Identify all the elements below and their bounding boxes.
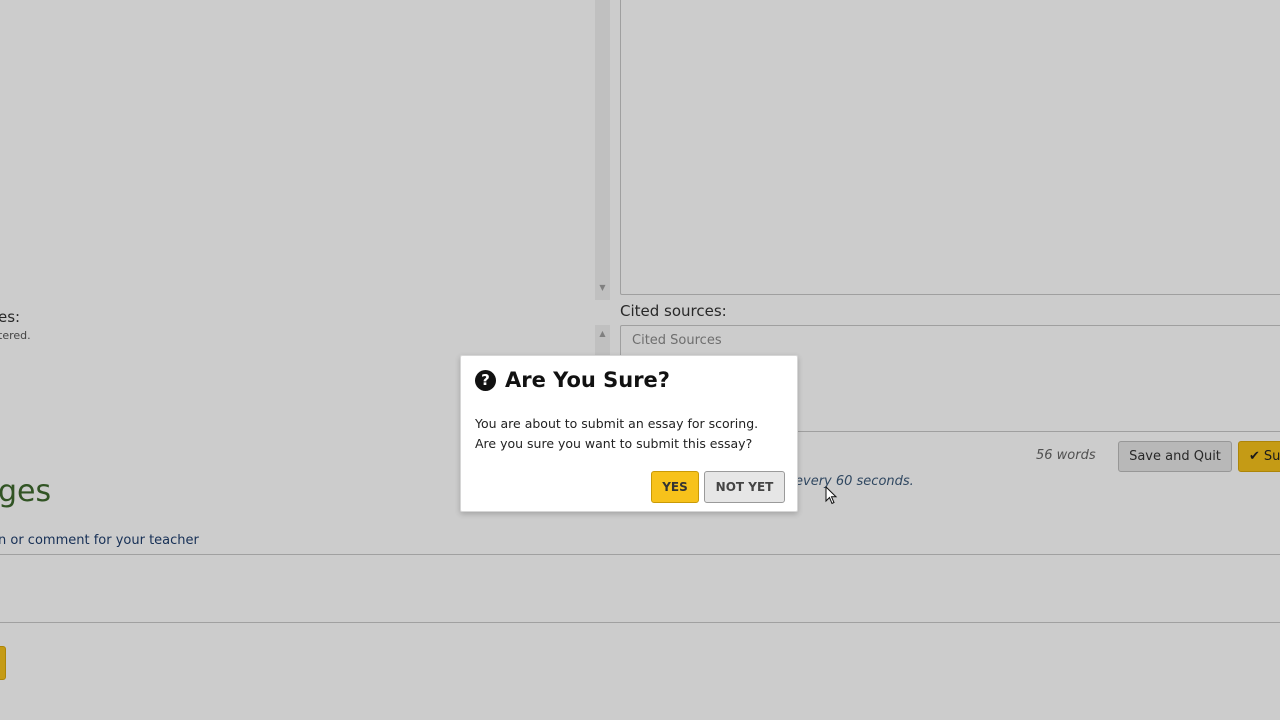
confirm-submit-dialog: ? Are You Sure? You are about to submit … xyxy=(460,355,798,512)
mouse-cursor-icon xyxy=(825,485,838,505)
question-circle-icon: ? xyxy=(475,369,496,391)
page: ▼ ▲ Cited sources: Cited Sources es: ter… xyxy=(0,0,1280,720)
dialog-message: You are about to submit an essay for sco… xyxy=(475,414,785,454)
dialog-title: Are You Sure? xyxy=(505,368,670,392)
dialog-message-line-2: Are you sure you want to submit this ess… xyxy=(475,436,753,451)
dialog-header: ? Are You Sure? xyxy=(475,368,670,392)
dialog-message-line-1: You are about to submit an essay for sco… xyxy=(475,416,759,431)
not-yet-button[interactable]: NOT YET xyxy=(704,471,785,503)
yes-button[interactable]: YES xyxy=(651,471,699,503)
